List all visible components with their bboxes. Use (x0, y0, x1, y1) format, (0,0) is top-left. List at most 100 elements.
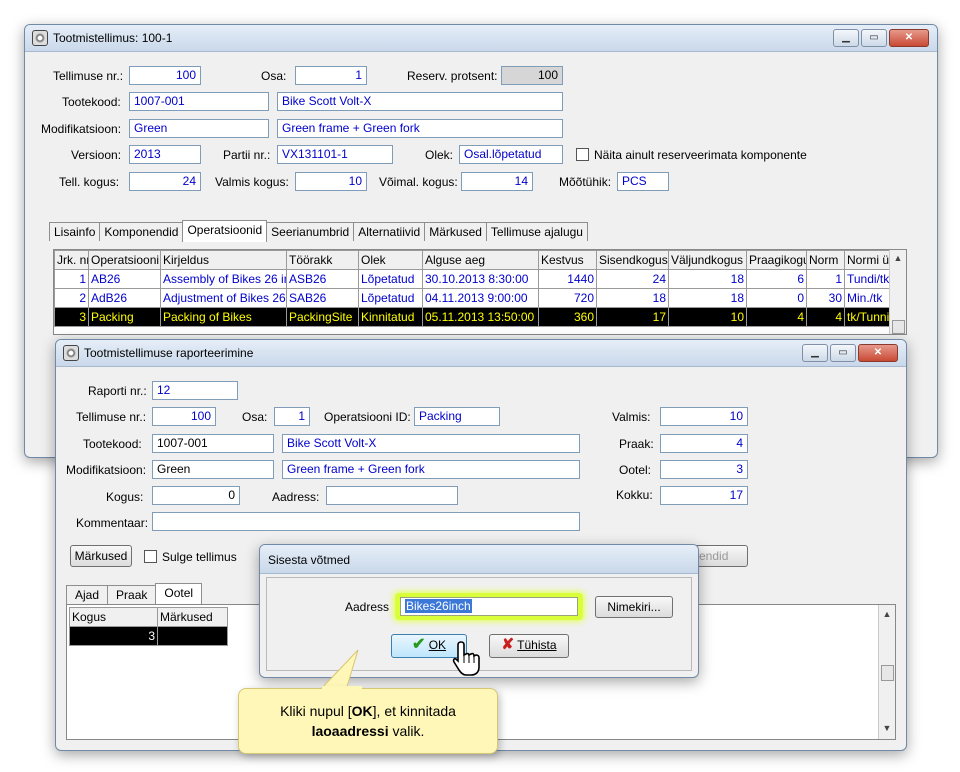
main-titlebar[interactable]: Tootmistellimus: 100-1 ▁ ▭ ✕ (25, 25, 937, 52)
address-field[interactable] (326, 486, 458, 505)
waiting-field[interactable]: 3 (660, 460, 748, 479)
col-header[interactable]: Norm (806, 250, 845, 270)
cancel-button[interactable]: ✘ Tühista (489, 634, 569, 658)
report-modification-field[interactable]: Green (152, 460, 274, 479)
table-row[interactable]: 1 AB26 Assembly of Bikes 26 in ASB26 Lõp… (54, 269, 891, 289)
scroll-up-icon[interactable]: ▲ (890, 253, 906, 263)
cell: 4 (746, 307, 807, 327)
unit-field[interactable]: PCS (617, 172, 669, 191)
show-unreserved-checkbox[interactable] (576, 148, 589, 161)
tab-ajad[interactable]: Ajad (66, 585, 109, 604)
tab-praak[interactable]: Praak (107, 585, 157, 604)
list-button[interactable]: Nimekiri... (595, 596, 673, 618)
report-window-title: Tootmistellimuse raporteerimine (84, 346, 254, 360)
done-qty-field[interactable]: 10 (295, 172, 367, 191)
comment-label: Kommentaar: (76, 516, 149, 530)
waiting-scrollbar[interactable]: ▲ ▼ (878, 605, 895, 739)
show-unreserved-label: Näita ainult reserveerimata komponente (594, 148, 807, 162)
dialog-titlebar[interactable]: Sisesta võtmed (260, 545, 698, 574)
minimize-icon[interactable]: ▁ (802, 344, 828, 362)
product-name-field[interactable]: Bike Scott Volt-X (277, 92, 563, 111)
report-product-code-field[interactable]: 1007-001 (152, 434, 274, 453)
cell: 3 (54, 307, 89, 327)
grid-scrollbar[interactable]: ▲ (889, 250, 906, 334)
remarks-button[interactable]: Märkused (70, 545, 132, 567)
close-icon[interactable]: ✕ (858, 344, 898, 362)
col-header[interactable]: Olek (358, 250, 423, 270)
version-field[interactable]: 2013 (129, 145, 201, 164)
tab-tellimuse-ajalugu[interactable]: Tellimuse ajalugu (485, 222, 588, 241)
tab-alternatiivid[interactable]: Alternatiivid (353, 222, 426, 241)
cell: Packing (88, 307, 161, 327)
main-tabs: Lisainfo Komponendid Operatsioonid Seerianu… (49, 219, 588, 242)
address-selected-text: Bikes26inch (405, 599, 472, 613)
table-row-selected[interactable]: 3 (69, 626, 228, 646)
col-header[interactable]: Jrk. nr (54, 250, 89, 270)
scroll-down-icon[interactable]: ▼ (879, 723, 895, 733)
modification-field[interactable]: Green (129, 119, 269, 138)
scrap-field[interactable]: 4 (660, 434, 748, 453)
cell: 10 (668, 307, 747, 327)
col-header[interactable]: Sisendkogus (596, 250, 669, 270)
report-order-no-field[interactable]: 100 (152, 407, 216, 426)
scroll-thumb[interactable] (881, 665, 894, 681)
table-row[interactable]: 2 AdB26 Adjustment of Bikes 26 SAB26 Lõp… (54, 288, 891, 308)
quantity-field[interactable]: 0 (152, 486, 240, 505)
table-row-selected[interactable]: 3 Packing Packing of Bikes PackingSite K… (54, 307, 891, 327)
tab-lisainfo[interactable]: Lisainfo (49, 222, 101, 241)
order-qty-field[interactable]: 24 (129, 172, 201, 191)
part-field[interactable]: 1 (295, 66, 367, 85)
done-label: Valmis: (612, 410, 651, 424)
close-order-checkbox[interactable] (144, 550, 157, 563)
cell (157, 626, 228, 646)
dialog-address-input[interactable]: Bikes26inch (400, 597, 578, 616)
maximize-icon[interactable]: ▭ (830, 344, 856, 362)
close-icon[interactable]: ✕ (889, 29, 929, 47)
col-header[interactable]: Väljundkogus (668, 250, 747, 270)
report-modification-name-field: Green frame + Green fork (282, 460, 580, 479)
scroll-thumb[interactable] (892, 320, 905, 334)
cell: 18 (596, 288, 669, 308)
cell: Lõpetatud (358, 288, 423, 308)
report-titlebar[interactable]: Tootmistellimuse raporteerimine ▁ ▭ ✕ (56, 340, 906, 367)
components-button[interactable]: endid (692, 545, 748, 567)
callout-pointer-cover (322, 686, 362, 690)
done-field[interactable]: 10 (660, 407, 748, 426)
tab-komponendid[interactable]: Komponendid (99, 222, 184, 241)
cell: SAB26 (286, 288, 359, 308)
main-window-title: Tootmistellimus: 100-1 (53, 31, 173, 45)
cell: Packing of Bikes (160, 307, 287, 327)
col-header[interactable]: Kogus (69, 607, 158, 627)
callout-bold-address: laoaadressi (311, 723, 389, 739)
product-code-field[interactable]: 1007-001 (129, 92, 269, 111)
col-header[interactable]: Alguse aeg (422, 250, 539, 270)
modification-name-field[interactable]: Green frame + Green fork (277, 119, 563, 138)
tab-seerianumbrid[interactable]: Seerianumbrid (266, 222, 355, 241)
quantity-label: Kogus: (106, 490, 144, 504)
maximize-icon[interactable]: ▭ (861, 29, 887, 47)
batch-no-field[interactable]: VX131101-1 (277, 145, 393, 164)
report-no-field[interactable]: 12 (152, 381, 238, 400)
operation-id-field[interactable]: Packing (414, 407, 500, 426)
cell: 360 (538, 307, 597, 327)
col-header[interactable]: Kirjeldus (160, 250, 287, 270)
report-part-field[interactable]: 1 (274, 407, 310, 426)
col-header[interactable]: Kestvus (538, 250, 597, 270)
tab-operatsioonid[interactable]: Operatsioonid (182, 220, 268, 242)
report-order-no-label: Tellimuse nr.: (76, 410, 147, 424)
col-header[interactable]: Töörakk (286, 250, 359, 270)
cell: 24 (596, 269, 669, 289)
cell: 2 (54, 288, 89, 308)
comment-field[interactable] (152, 512, 580, 531)
tab-markused[interactable]: Märkused (424, 222, 487, 241)
col-header[interactable]: Märkused (157, 607, 228, 627)
col-header[interactable]: Normi ühik (844, 250, 891, 270)
col-header[interactable]: Operatsiooni (88, 250, 161, 270)
col-header[interactable]: Praagikogus (746, 250, 807, 270)
scroll-up-icon[interactable]: ▲ (879, 609, 895, 619)
dialog-title: Sisesta võtmed (268, 553, 351, 567)
status-label: Olek: (425, 148, 454, 162)
minimize-icon[interactable]: ▁ (833, 29, 859, 47)
tab-ootel[interactable]: Ootel (155, 583, 203, 605)
order-no-field[interactable]: 100 (129, 66, 201, 85)
